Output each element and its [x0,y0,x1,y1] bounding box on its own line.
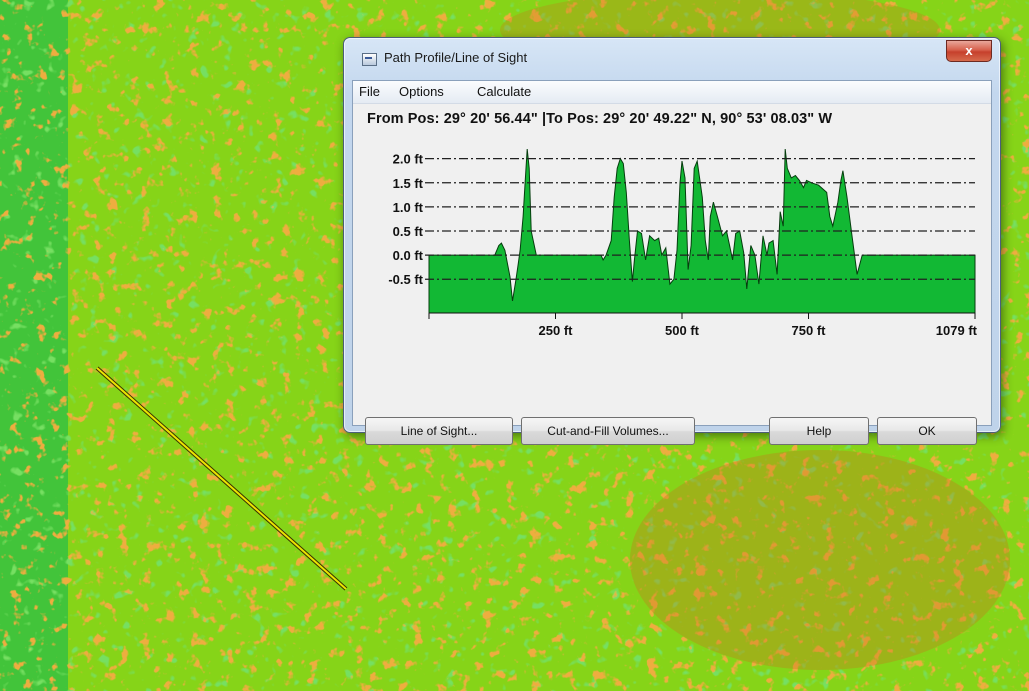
profile-chart: 2.0 ft 1.5 ft 1.0 ft 0.5 ft 0.0 ft -0.5 ft 250… [388,148,978,338]
position-readout: From Pos: 29° 20' 56.44" |To Pos: 29° 20… [367,111,833,127]
help-button[interactable]: Help [769,417,869,445]
menu-file[interactable]: File [359,84,380,99]
menu-calculate[interactable]: Calculate [477,84,531,99]
window-title: Path Profile/Line of Sight [384,50,528,65]
menu-options[interactable]: Options [399,84,444,99]
line-of-sight-button[interactable]: Line of Sight... [365,417,513,445]
y-tick-label-1: 1.5 ft [393,176,424,191]
window-app-icon [362,53,377,66]
close-icon: x [965,43,973,58]
title-bar[interactable]: Path Profile/Line of Sight x [344,38,1000,80]
y-tick-label-3: 0.5 ft [393,224,424,239]
x-tick-label-3: 750 ft [792,323,827,338]
cut-and-fill-volumes-button[interactable]: Cut-and-Fill Volumes... [521,417,695,445]
x-tick-label-4: 1079 ft [936,323,978,338]
y-tick-label-2: 1.0 ft [393,200,424,215]
y-tick-label-4: 0.0 ft [393,248,424,263]
dialog-client: File Options Calculate From Pos: 29° 20'… [352,80,992,445]
y-tick-label-0: 2.0 ft [393,152,424,167]
x-tick-label-2: 500 ft [665,323,700,338]
close-button[interactable]: x [946,40,992,62]
path-profile-dialog[interactable]: Path Profile/Line of Sight x File Option… [343,37,1001,445]
ok-button[interactable]: OK [877,417,977,445]
menu-bar: File Options Calculate [353,81,991,104]
y-tick-label-5: -0.5 ft [388,272,423,287]
x-tick-label-1: 250 ft [539,323,574,338]
